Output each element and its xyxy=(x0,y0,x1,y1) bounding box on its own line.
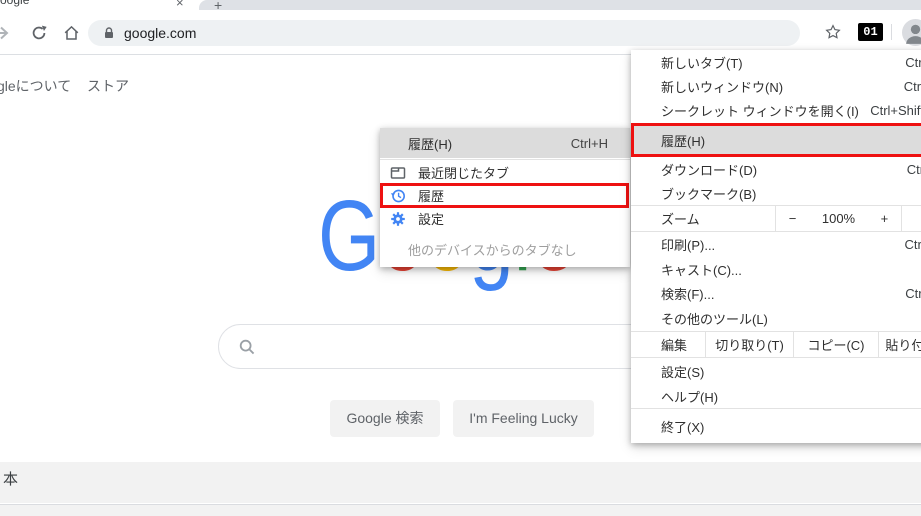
menu-item-zoom: ズーム − 100% + xyxy=(631,205,921,232)
lock-icon[interactable] xyxy=(102,26,116,40)
menu-item-settings[interactable]: 設定(S) xyxy=(631,358,921,384)
menu-item-new-tab[interactable]: 新しいタブ(T) Ctrl+T xyxy=(631,50,921,74)
tab-icon xyxy=(390,165,406,181)
submenu-item-label: 最近閉じたタブ xyxy=(418,163,509,182)
submenu-item-recently-closed-tabs[interactable]: 最近閉じたタブ xyxy=(380,161,630,184)
link-about-google[interactable]: gleについて xyxy=(0,76,71,96)
menu-item-cast[interactable]: キャスト(C)... xyxy=(631,257,921,281)
submenu-item-settings[interactable]: 設定 xyxy=(380,207,630,230)
new-tab-button[interactable]: + xyxy=(214,0,222,10)
menu-item-label: ダウンロード(D) xyxy=(661,160,757,179)
gear-icon xyxy=(390,211,406,227)
reload-icon[interactable] xyxy=(30,24,48,42)
menu-item-label: 設定(S) xyxy=(661,362,704,381)
forward-arrow-icon[interactable] xyxy=(0,23,11,43)
menu-item-label: その他のツール(L) xyxy=(661,309,768,328)
menu-item-label: シークレット ウィンドウを開く(I) xyxy=(661,101,859,120)
toolbar-divider xyxy=(891,24,892,40)
edit-paste-button[interactable]: 貼り付け(P) xyxy=(878,332,921,357)
edit-cut-button[interactable]: 切り取り(T) xyxy=(705,332,793,357)
active-tab-title[interactable]: oogle xyxy=(0,0,29,7)
menu-item-print[interactable]: 印刷(P)... Ctrl+P xyxy=(631,232,921,257)
menu-item-label: 印刷(P)... xyxy=(661,235,715,254)
submenu-history-label: 履歴(H) xyxy=(408,134,452,153)
submenu-item-history-page[interactable]: 履歴(H) Ctrl+H xyxy=(380,128,630,158)
tabstrip-background xyxy=(199,0,921,10)
zoom-level: 100% xyxy=(822,211,855,226)
zoom-in-button[interactable]: + xyxy=(881,211,889,226)
menu-item-shortcut: Ctrl+F xyxy=(905,286,921,301)
tab-strip: oogle × + xyxy=(0,0,921,10)
submenu-no-tabs-note: 他のデバイスからのタブなし xyxy=(380,240,630,261)
search-input[interactable] xyxy=(218,324,698,369)
menu-item-label: 履歴(H) xyxy=(661,131,705,150)
history-submenu: 履歴(H) Ctrl+H 最近閉じたタブ 履歴 設定 他のデバ xyxy=(380,128,630,267)
feeling-lucky-button[interactable]: I'm Feeling Lucky xyxy=(453,400,594,437)
menu-item-bookmarks[interactable]: ブックマーク(B) xyxy=(631,181,921,205)
history-clock-icon xyxy=(390,188,406,204)
page-footer: 本 xyxy=(0,462,921,503)
logo-letter: G xyxy=(318,180,380,292)
menu-item-incognito[interactable]: シークレット ウィンドウを開く(I) Ctrl+Shift+N xyxy=(631,98,921,123)
menu-item-label: 終了(X) xyxy=(661,417,704,436)
menu-item-label: 新しいウィンドウ(N) xyxy=(661,77,783,96)
zoom-out-button[interactable]: − xyxy=(789,211,797,226)
menu-item-downloads[interactable]: ダウンロード(D) Ctrl+J xyxy=(631,157,921,181)
tab-close-icon[interactable]: × xyxy=(176,0,184,10)
browser-toolbar: google.com 01 xyxy=(0,10,921,55)
menu-item-find[interactable]: 検索(F)... Ctrl+F xyxy=(631,281,921,305)
zoom-controls: − 100% + xyxy=(775,206,902,231)
menu-item-shortcut: Ctrl+Shift+N xyxy=(870,103,921,118)
submenu-item-history[interactable]: 履歴 xyxy=(380,184,630,207)
address-bar[interactable]: google.com xyxy=(88,20,800,46)
menu-item-label: ヘルプ(H) xyxy=(661,387,718,406)
menu-item-new-window[interactable]: 新しいウィンドウ(N) Ctrl+N xyxy=(631,74,921,98)
menu-item-exit[interactable]: 終了(X) xyxy=(631,408,921,443)
extension-badge[interactable]: 01 xyxy=(858,23,883,41)
menu-item-label: 新しいタブ(T) xyxy=(661,53,743,72)
bookmark-star-icon[interactable] xyxy=(824,23,842,41)
menu-item-history-highlighted[interactable]: 履歴(H) xyxy=(631,123,921,157)
menu-item-shortcut: Ctrl+P xyxy=(905,237,921,252)
submenu-history-shortcut: Ctrl+H xyxy=(571,136,608,151)
zoom-label: ズーム xyxy=(631,209,775,228)
submenu-item-label: 設定 xyxy=(418,209,444,228)
menu-item-shortcut: Ctrl+T xyxy=(905,55,921,70)
chrome-menu: 新しいタブ(T) Ctrl+T 新しいウィンドウ(N) Ctrl+N シークレッ… xyxy=(631,50,921,443)
menu-item-edit-row: 編集 切り取り(T) コピー(C) 貼り付け(P) xyxy=(631,331,921,358)
menu-item-label: キャスト(C)... xyxy=(661,260,742,279)
google-search-button[interactable]: Google 検索 xyxy=(330,400,440,437)
home-icon[interactable] xyxy=(62,24,81,42)
menu-item-label: ブックマーク(B) xyxy=(661,184,756,203)
menu-item-shortcut: Ctrl+J xyxy=(907,162,921,177)
menu-item-shortcut: Ctrl+N xyxy=(904,79,921,94)
edit-label: 編集 xyxy=(631,332,705,357)
link-store[interactable]: ストア xyxy=(87,76,129,96)
menu-item-help[interactable]: ヘルプ(H) xyxy=(631,384,921,408)
submenu-divider xyxy=(380,159,630,160)
footer-region-label: 本 xyxy=(3,468,18,489)
profile-avatar[interactable] xyxy=(902,19,921,46)
url-text[interactable]: google.com xyxy=(124,20,196,46)
menu-item-more-tools[interactable]: その他のツール(L) xyxy=(631,305,921,331)
page-footer-links-bar xyxy=(0,504,921,516)
edit-copy-button[interactable]: コピー(C) xyxy=(793,332,878,357)
search-icon xyxy=(238,338,256,361)
submenu-item-label: 履歴 xyxy=(418,186,444,205)
menu-item-label: 検索(F)... xyxy=(661,284,714,303)
